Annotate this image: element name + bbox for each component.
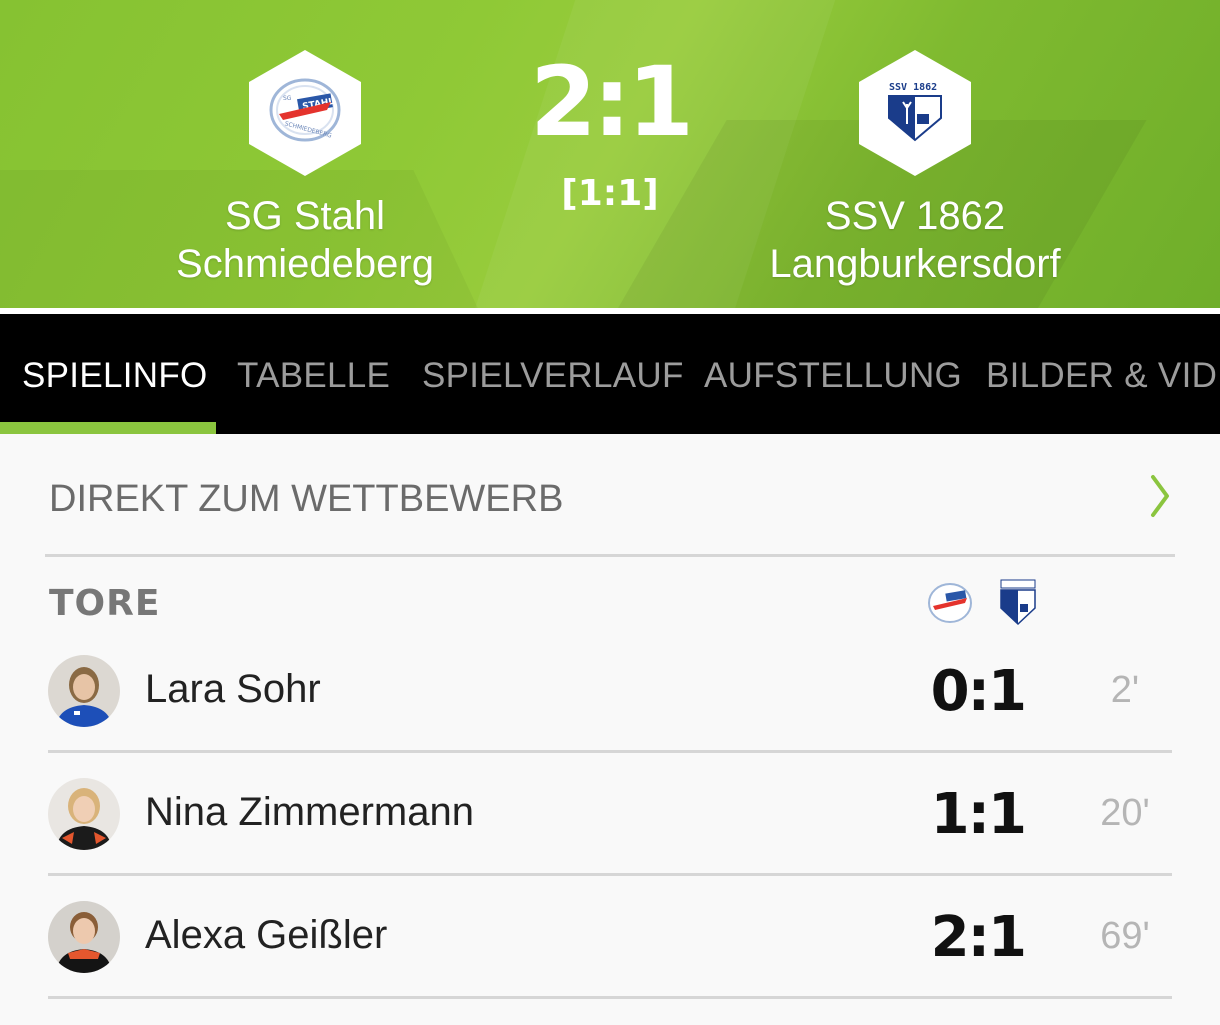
- tab-spielinfo[interactable]: SPIELINFO: [22, 314, 208, 434]
- home-team[interactable]: STAHL SG SCHMIEDEBERG SG Stahl Schmiedeb…: [95, 48, 515, 288]
- player-avatar: [48, 778, 120, 850]
- tab-bar: SPIELINFO TABELLE SPIELVERLAUF AUFSTELLU…: [0, 314, 1220, 434]
- divider: [48, 750, 1172, 753]
- tab-aufstellung[interactable]: AUFSTELLUNG: [704, 314, 962, 434]
- goal-minute: 20': [1100, 792, 1150, 834]
- tab-spielverlauf[interactable]: SPIELVERLAUF: [422, 314, 684, 434]
- match-header: STAHL SG SCHMIEDEBERG SG Stahl Schmiedeb…: [0, 0, 1220, 308]
- player-avatar: [48, 655, 120, 727]
- svg-text:SSV 1862: SSV 1862: [889, 82, 937, 93]
- goals-title: TORE: [49, 583, 161, 624]
- goal-score: 1:1: [930, 782, 1027, 847]
- away-team[interactable]: SSV 1862 SSV 1862 Langburkersdorf: [705, 48, 1125, 288]
- home-team-name: SG Stahl Schmiedeberg: [95, 192, 515, 288]
- goal-minute: 69': [1100, 915, 1150, 957]
- final-score: 2:1: [530, 46, 694, 158]
- home-team-name-line2: Schmiedeberg: [176, 242, 434, 286]
- chevron-right-icon[interactable]: [1148, 474, 1172, 518]
- goal-row[interactable]: Lara Sohr 0:1 2': [0, 655, 1220, 777]
- away-team-logo[interactable]: SSV 1862: [857, 48, 973, 178]
- svg-text:SG: SG: [283, 95, 292, 102]
- scorer-name: Alexa Geißler: [145, 913, 388, 957]
- divider: [48, 873, 1172, 876]
- divider: [48, 996, 1172, 999]
- goal-row[interactable]: Nina Zimmermann 1:1 20': [0, 778, 1220, 900]
- competition-link-label: DIREKT ZUM WETTBEWERB: [49, 478, 564, 520]
- home-team-logo[interactable]: STAHL SG SCHMIEDEBERG: [247, 48, 363, 178]
- tab-bilder-videos[interactable]: BILDER & VIDE: [986, 314, 1220, 434]
- competition-link[interactable]: DIREKT ZUM WETTBEWERB: [0, 434, 1220, 556]
- halftime-score: [1:1]: [561, 173, 659, 214]
- goal-score: 0:1: [930, 659, 1027, 724]
- home-team-name-line1: SG Stahl: [224, 194, 386, 238]
- tab-tabelle[interactable]: TABELLE: [237, 314, 390, 434]
- divider: [45, 554, 1175, 557]
- away-team-name-line2: Langburkersdorf: [769, 242, 1061, 286]
- goal-score: 2:1: [930, 905, 1027, 970]
- active-tab-indicator: [0, 422, 216, 434]
- scorer-name: Nina Zimmermann: [145, 790, 474, 834]
- home-team-mini-logo: [928, 583, 972, 623]
- away-team-name-line1: SSV 1862: [824, 194, 1006, 238]
- player-avatar: [48, 901, 120, 973]
- goal-row[interactable]: Alexa Geißler 2:1 69': [0, 901, 1220, 1023]
- away-team-mini-logo: [1000, 579, 1036, 626]
- goal-minute: 2': [1110, 669, 1140, 711]
- scorer-name: Lara Sohr: [145, 667, 321, 711]
- away-team-name: SSV 1862 Langburkersdorf: [705, 192, 1125, 288]
